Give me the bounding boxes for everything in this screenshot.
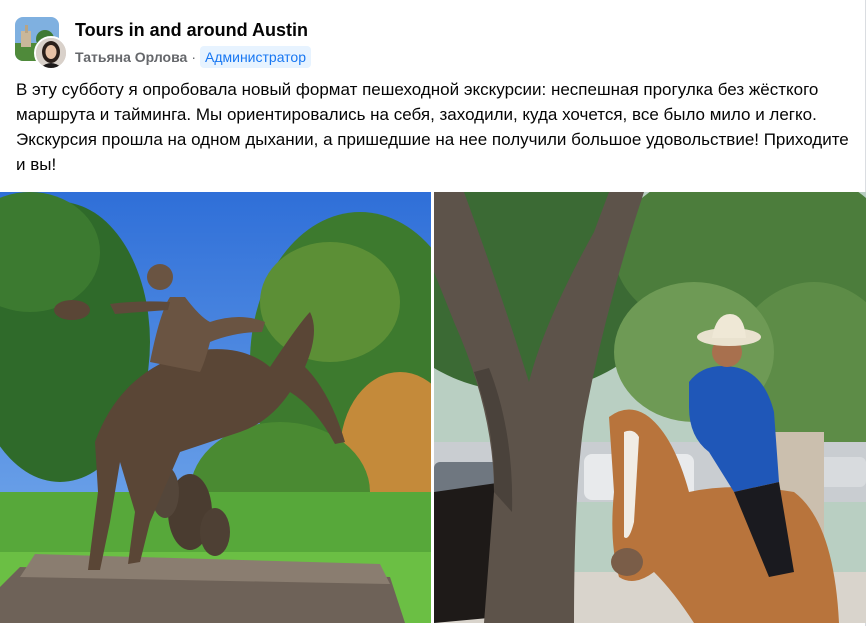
user-avatar[interactable] — [34, 36, 68, 70]
author-meta: Татьяна Орлова · Администратор — [75, 46, 312, 68]
admin-role-badge[interactable]: Администратор — [200, 46, 312, 68]
post-body-text: В эту субботу я опробовала новый формат … — [16, 80, 849, 174]
post-card: Tours in and around Austin Татьяна Орлов… — [0, 0, 866, 626]
post-photo-2[interactable] — [434, 192, 866, 623]
mounted-police-officer-photo — [434, 192, 866, 623]
post-photo-1[interactable] — [0, 192, 431, 623]
group-name-link[interactable]: Tours in and around Austin — [75, 20, 308, 41]
user-avatar-icon — [36, 38, 66, 68]
meta-separator: · — [191, 49, 196, 65]
post-header: Tours in and around Austin Татьяна Орлов… — [0, 0, 866, 70]
cowboy-bronze-statue-photo — [0, 192, 431, 623]
author-name-link[interactable]: Татьяна Орлова — [75, 49, 187, 65]
